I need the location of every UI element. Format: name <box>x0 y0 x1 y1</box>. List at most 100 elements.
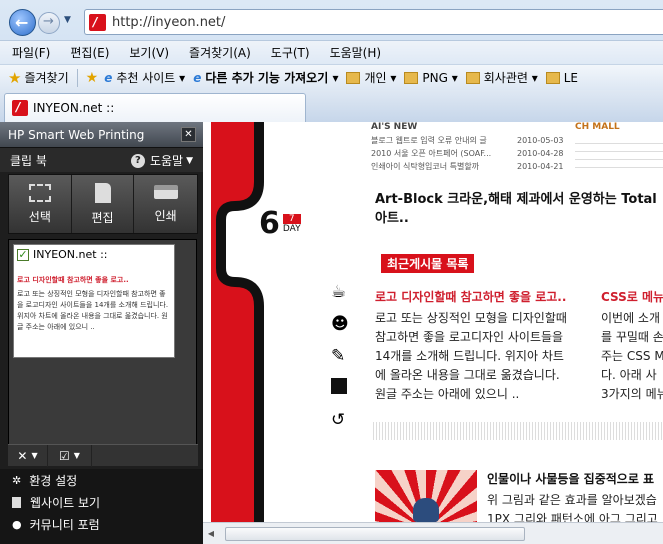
post-excerpt: 로고 또는 상징적인 모형을 디자인할때 참고하면 좋을 로고디자인 사이트들을… <box>375 309 593 404</box>
select-region-icon <box>28 183 51 202</box>
scroll-thumb[interactable] <box>225 526 525 541</box>
news-row[interactable]: 인쇄아이 식탁형입코너 특별할까 2010-04-21 <box>371 161 581 172</box>
date-day: DAY <box>282 223 301 234</box>
fav-folder-png-label: PNG ▾ <box>422 70 458 85</box>
menu-favorites[interactable]: 즐겨찾기(A) <box>189 44 251 61</box>
tab-title: INYEON.net :: <box>33 101 115 115</box>
ie-icon: e <box>104 70 113 85</box>
favorites-label: 즐겨찾기 <box>24 71 69 85</box>
fav-folder-png[interactable]: PNG ▾ <box>404 70 458 85</box>
star-icon: ★ <box>8 68 22 87</box>
folder-icon <box>465 71 480 84</box>
forward-button[interactable]: → <box>38 12 60 34</box>
panel-title: HP Smart Web Printing <box>8 127 145 142</box>
divider <box>76 68 78 87</box>
chevron-down-icon: ▼ <box>73 451 80 460</box>
clip-card-header: ✓ INYEON.net :: <box>17 248 171 261</box>
close-icon: ✕ <box>17 448 28 463</box>
clipbook-label: 클립 북 <box>10 153 47 168</box>
post-title[interactable]: 로고 디자인할때 참고하면 좋을 로고.. <box>375 288 593 305</box>
printer-icon <box>153 184 178 199</box>
back-button[interactable]: ← <box>9 9 36 36</box>
print-tool-button[interactable]: 인쇄 <box>134 175 197 233</box>
panel-close-button[interactable]: ✕ <box>181 127 196 142</box>
mall-placeholder <box>575 136 663 170</box>
bookmark-icon[interactable] <box>331 378 357 410</box>
settings-label: 환경 설정 <box>29 473 78 488</box>
date-number: 6 <box>259 206 280 241</box>
post-excerpt: 이번에 소개 를 꾸밀때 손 주는 CSS M 다. 아래 사 3가지의 메뉴 <box>601 309 663 404</box>
headline-link[interactable]: Art-Block 크라운,해태 제과에서 운영하는 Total아트.. <box>375 188 663 226</box>
address-bar[interactable]: / http://inyeon.net/ <box>84 9 663 35</box>
edit-tool-button[interactable]: 편집 <box>72 175 135 233</box>
document-edit-icon <box>94 182 111 203</box>
menu-view[interactable]: 보기(V) <box>129 44 169 61</box>
settings-link[interactable]: ✲ 환경 설정 <box>0 469 203 491</box>
clip-headline: 로고 디자인할때 참고하면 좋을 로고.. <box>17 276 129 284</box>
history-dropdown-icon[interactable]: ▼ <box>64 15 71 25</box>
select-tool-button[interactable]: 선택 <box>9 175 72 233</box>
pencil-icon[interactable]: ✎ <box>331 346 357 378</box>
folder-icon <box>346 71 361 84</box>
clip-area: ✓ INYEON.net :: 로고 디자인할때 참고하면 좋을 로고.. 로고… <box>8 239 197 449</box>
chevron-down-icon: ▼ <box>31 451 38 460</box>
fav-suggested-sites[interactable]: ★ e 추천 사이트 ▾ <box>86 69 186 86</box>
fav-folder-personal[interactable]: 개인 ▾ <box>346 69 396 86</box>
check-clip-button[interactable]: ☑ ▼ <box>48 444 92 467</box>
back-arrow-icon: ← <box>15 13 29 32</box>
news-text: 인쇄아이 식탁형입코너 특별할까 <box>371 162 480 171</box>
site-favicon-icon: / <box>12 100 28 116</box>
folder-icon <box>404 71 419 84</box>
excerpt-line: 로고 또는 상징적인 모형을 디자인할때 <box>375 311 567 325</box>
menu-file[interactable]: 파일(F) <box>12 44 50 61</box>
undo-arrow-icon[interactable]: ↺ <box>331 410 357 442</box>
delete-clip-button[interactable]: ✕ ▼ <box>8 444 48 467</box>
news-text: 2010 서울 오픈 아트페어 (SOAF... <box>371 149 492 158</box>
post-title[interactable]: CSS로 메뉴 <box>601 288 663 305</box>
help-icon: ? <box>130 153 145 168</box>
excerpt-line: 14개를 소개해 드립니다. 위지아 차트 <box>375 349 564 363</box>
recent-posts-label: 최근게시물 목록 <box>381 254 475 273</box>
person-icon: ● <box>12 517 22 531</box>
date-badge: 7 <box>282 213 301 224</box>
excerpt-line: 참고하면 좋을 로고디자인 사이트들을 <box>375 330 564 344</box>
help-menu[interactable]: ? 도움말 ▼ <box>130 152 193 169</box>
news-row[interactable]: 2010 서울 오픈 아트페어 (SOAF... 2010-04-28 <box>371 148 581 159</box>
post-item: 인물이나 사물등을 집중적으로 표 위 그림과 같은 효과를 알아보겠습 1PX… <box>487 470 663 522</box>
horizontal-scrollbar[interactable]: ◀ <box>203 522 663 544</box>
headset-icon[interactable]: ☻ <box>331 314 357 346</box>
add-favorite-icon: ★ <box>85 69 99 86</box>
site-favicon-icon: / <box>89 13 106 31</box>
favorites-button[interactable]: ★ 즐겨찾기 <box>8 69 69 87</box>
mall-header: CH MALL <box>575 122 620 132</box>
excerpt-line: 를 꾸밀때 손 <box>601 330 663 344</box>
hp-smart-web-printing-panel: HP Smart Web Printing ✕ 클립 북 ? 도움말 ▼ 선택 … <box>0 122 203 544</box>
black-curve-decoration <box>216 122 325 522</box>
menu-edit[interactable]: 편집(E) <box>70 44 109 61</box>
chevron-down-icon: ▼ <box>186 155 193 166</box>
fav-folder-company[interactable]: 회사관련 ▾ <box>465 69 538 86</box>
fav-folder-personal-label: 개인 ▾ <box>364 71 397 85</box>
coffee-cup-icon[interactable]: ☕ <box>331 282 357 314</box>
mall-block: CH MALL <box>575 122 663 170</box>
news-row[interactable]: 블로그 웹트로 입력 오류 안내의 글 2010-05-03 <box>371 135 581 146</box>
date-block: 6 7 DAY <box>259 206 301 241</box>
fav-get-addons[interactable]: e 다른 추가 기능 가져오기 ▾ <box>193 69 338 86</box>
view-website-link[interactable]: 웹사이트 보기 <box>0 491 203 513</box>
clip-card[interactable]: ✓ INYEON.net :: 로고 디자인할때 참고하면 좋을 로고.. 로고… <box>13 244 175 358</box>
address-text[interactable]: http://inyeon.net/ <box>112 15 225 30</box>
menu-tools[interactable]: 도구(T) <box>271 44 310 61</box>
document-icon <box>12 496 21 508</box>
fav-folder-le[interactable]: LE <box>545 71 578 85</box>
excerpt-line: 원글 주소는 아래에 있으니 .. <box>375 387 520 401</box>
scroll-left-icon[interactable]: ◀ <box>203 529 219 538</box>
clip-checkbox[interactable]: ✓ <box>17 248 29 261</box>
excerpt-line: 이번에 소개 <box>601 311 661 325</box>
menu-help[interactable]: 도움말(H) <box>330 44 382 61</box>
post-title[interactable]: 인물이나 사물등을 집중적으로 표 <box>487 470 663 487</box>
post-thumbnail[interactable] <box>375 470 477 522</box>
community-forum-link[interactable]: ● 커뮤니티 포럼 <box>0 513 203 535</box>
excerpt-line: 다. 아래 사 <box>601 368 657 382</box>
tab-inyeon[interactable]: / INYEON.net :: <box>4 93 306 122</box>
excerpt-line: 에 올라온 내용을 그대로 옮겼습니다. <box>375 368 560 382</box>
